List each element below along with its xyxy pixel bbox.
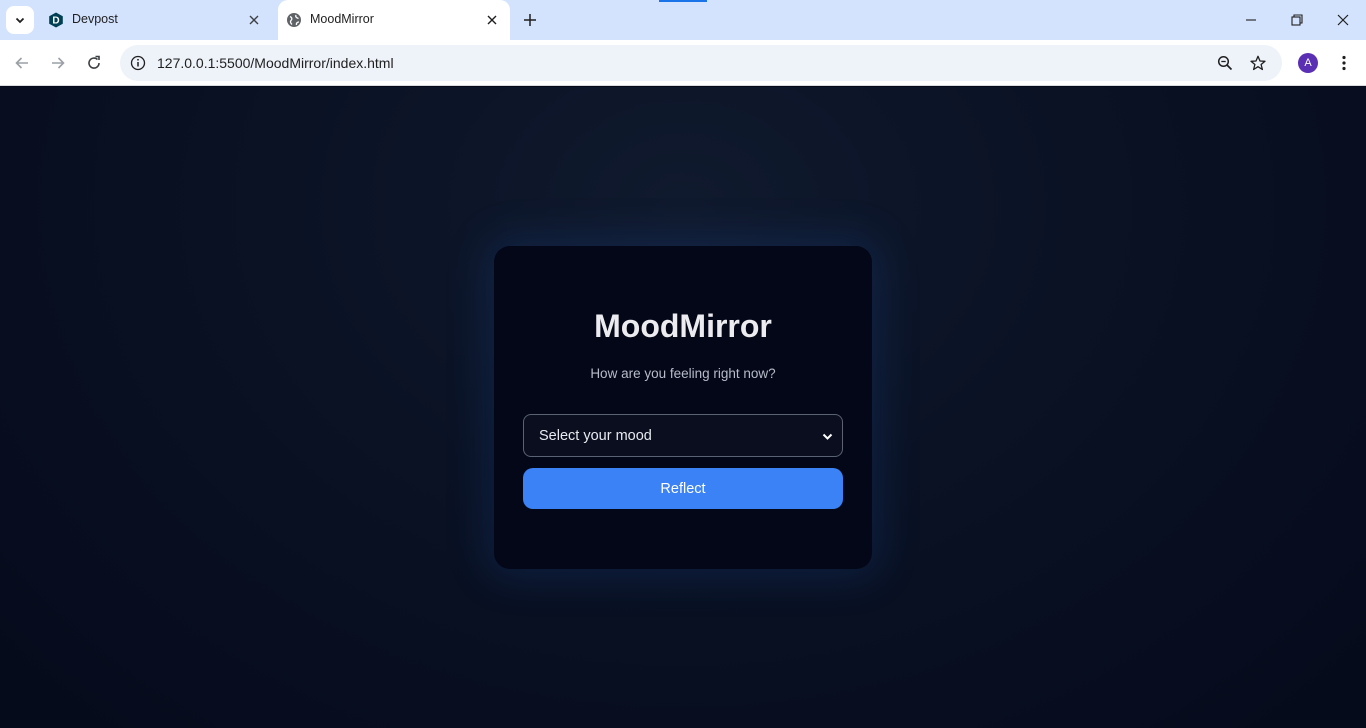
tab-search-button[interactable] [6,6,34,34]
url-text[interactable]: 127.0.0.1:5500/MoodMirror/index.html [157,55,394,71]
browser-menu-button[interactable] [1334,51,1354,75]
svg-text:D: D [52,16,59,27]
reflect-button[interactable]: Reflect [523,468,843,509]
tab-strip-accent [659,0,707,2]
back-button[interactable] [10,51,34,75]
plus-icon [524,14,536,26]
restore-icon [1291,14,1303,26]
close-icon[interactable] [484,12,500,28]
restore-button[interactable] [1274,0,1320,40]
star-icon [1250,55,1266,71]
mood-select[interactable]: Select your mood [523,414,843,457]
zoom-button[interactable] [1215,53,1235,73]
reload-icon [88,55,100,69]
globe-icon [287,13,301,27]
arrow-right-icon [52,57,65,69]
minimize-button[interactable] [1228,0,1274,40]
page-viewport: MoodMirror How are you feeling right now… [0,87,1366,728]
app-title: MoodMirror [594,308,772,344]
tab-title: MoodMirror [310,12,374,26]
minimize-icon [1246,19,1256,21]
browser-toolbar: 127.0.0.1:5500/MoodMirror/index.html A [0,40,1366,86]
address-bar[interactable]: 127.0.0.1:5500/MoodMirror/index.html [120,45,1282,81]
mood-select-value: Select your mood [539,428,652,444]
close-window-button[interactable] [1320,0,1366,40]
app-subtitle: How are you feeling right now? [590,366,776,381]
reload-button[interactable] [82,51,106,75]
arrow-left-icon [15,57,28,69]
info-icon [130,55,146,71]
more-vertical-icon [1342,55,1346,71]
close-icon [1337,14,1349,26]
forward-button[interactable] [46,51,70,75]
tab-devpost[interactable]: D Devpost [40,0,272,40]
tab-moodmirror[interactable]: MoodMirror [278,0,510,40]
chevron-down-icon [15,17,25,24]
new-tab-button[interactable] [518,8,542,32]
zoom-icon [1217,55,1233,71]
bookmark-button[interactable] [1248,53,1268,73]
site-info-button[interactable] [128,53,148,73]
tab-strip: D Devpost MoodMirror [0,0,1366,40]
chevron-down-icon [820,429,834,443]
close-icon[interactable] [246,12,262,28]
devpost-icon: D [49,12,63,28]
tab-title: Devpost [72,12,118,26]
profile-avatar[interactable]: A [1298,53,1318,73]
mood-card: MoodMirror How are you feeling right now… [494,246,872,569]
